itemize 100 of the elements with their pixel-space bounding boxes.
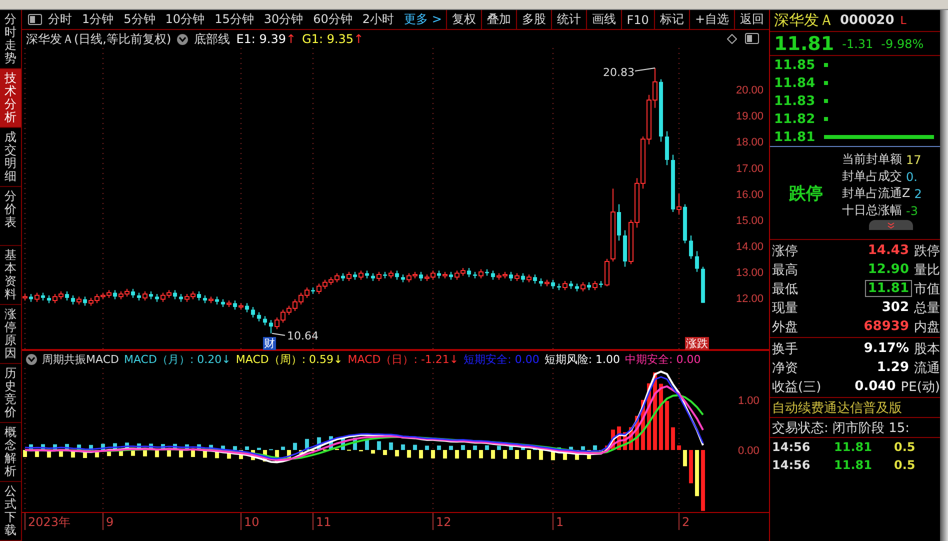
market-label: L bbox=[900, 14, 906, 27]
candlestick bbox=[509, 271, 513, 282]
side-tab[interactable]: 分价表 bbox=[0, 187, 21, 246]
period-tab[interactable]: 分时 bbox=[48, 11, 72, 28]
macd-bar bbox=[179, 450, 183, 458]
indicator-value: G1: 9.35↑ bbox=[302, 32, 364, 46]
stat-label: 净资 bbox=[772, 360, 799, 376]
axis-label: 0.00 bbox=[738, 445, 760, 457]
macd-bar bbox=[95, 450, 99, 458]
indicator-value: 短期安全: 0.00 bbox=[464, 352, 540, 367]
dropdown-icon[interactable] bbox=[177, 34, 188, 44]
panel-toggle-icon[interactable] bbox=[745, 33, 759, 44]
macd-bar bbox=[251, 450, 255, 460]
macd-bar bbox=[419, 450, 423, 458]
candlestick bbox=[467, 267, 471, 278]
macd-bar bbox=[695, 450, 699, 496]
macd-bar bbox=[101, 444, 105, 450]
order-price: 11.82 bbox=[774, 112, 816, 126]
period-tab[interactable]: 10分钟 bbox=[165, 11, 205, 28]
candlestick bbox=[395, 270, 399, 280]
macd-bar bbox=[329, 436, 333, 450]
more-link[interactable]: 更多 > bbox=[404, 11, 442, 28]
macd-bar bbox=[155, 450, 159, 458]
seal-value: 2 bbox=[914, 186, 922, 200]
macd-bar bbox=[701, 450, 705, 511]
period-tab[interactable]: 15分钟 bbox=[214, 11, 254, 28]
period-tab[interactable]: 30分钟 bbox=[264, 11, 304, 28]
candlestick bbox=[269, 320, 273, 334]
period-tab[interactable]: 1分钟 bbox=[82, 11, 114, 28]
candlestick bbox=[551, 279, 555, 290]
candlestick bbox=[263, 316, 267, 326]
candlestick bbox=[131, 288, 135, 298]
macd-bar bbox=[305, 438, 309, 450]
stat-value: 12.90 bbox=[866, 261, 910, 278]
date-label: 11 bbox=[316, 515, 332, 529]
candlestick bbox=[376, 271, 382, 282]
tick-volume: 0.5 bbox=[894, 458, 916, 472]
macd-bar bbox=[35, 450, 39, 458]
price-label: 17.00 bbox=[736, 162, 764, 175]
macd-bar bbox=[671, 427, 675, 450]
macd-bar bbox=[293, 442, 297, 450]
candlestick bbox=[251, 306, 255, 318]
macd-bar bbox=[47, 450, 51, 458]
indicator-value: E1: 9.39↑ bbox=[236, 32, 296, 46]
macd-bar bbox=[443, 450, 447, 458]
side-tab[interactable]: 公式下载 bbox=[0, 482, 21, 541]
macd-bar bbox=[623, 432, 627, 450]
side-tab[interactable]: 成交明细 bbox=[0, 128, 21, 187]
side-tab[interactable]: 分时走势 bbox=[0, 10, 21, 69]
seal-value: 17 bbox=[906, 152, 922, 166]
order-price: 11.85 bbox=[774, 58, 816, 72]
date-label: 2 bbox=[682, 515, 690, 529]
macd-bar bbox=[65, 444, 69, 450]
period-tab[interactable]: 60分钟 bbox=[313, 11, 352, 28]
macd-bar bbox=[377, 441, 381, 450]
macd-bar bbox=[491, 450, 495, 459]
dropdown-icon[interactable] bbox=[26, 354, 37, 365]
period-tab[interactable]: 2小时 bbox=[362, 11, 394, 28]
panel-toggle-icon[interactable] bbox=[28, 14, 42, 25]
seal-label: 封单占流通Z bbox=[842, 185, 910, 202]
price-label: 18.00 bbox=[736, 136, 764, 149]
stat-label: PE(动) bbox=[900, 378, 940, 396]
diamond-icon[interactable] bbox=[727, 34, 737, 44]
date-label: 12 bbox=[436, 515, 452, 529]
tick-price: 11.81 bbox=[834, 440, 873, 454]
price-label: 19.00 bbox=[736, 110, 764, 123]
percent-change: -9.98% bbox=[881, 36, 924, 50]
event-tag[interactable]: 财 bbox=[263, 337, 276, 350]
last-price: 11.81 bbox=[774, 32, 834, 54]
side-tab[interactable]: 概念解析 bbox=[0, 423, 21, 482]
macd-bar bbox=[527, 450, 531, 460]
candlestick bbox=[358, 270, 364, 280]
macd-bar bbox=[635, 416, 639, 450]
side-tab[interactable]: 技术分析 bbox=[0, 69, 21, 128]
macd-bar bbox=[107, 450, 111, 456]
indicator-value: MACD（日）: -1.21↓ bbox=[348, 352, 459, 367]
macd-bar bbox=[287, 450, 291, 458]
candlestick bbox=[142, 290, 148, 302]
order-volume-bar bbox=[824, 63, 828, 67]
order-price: 11.83 bbox=[774, 94, 816, 108]
collapse-button[interactable] bbox=[869, 220, 913, 230]
tick-volume: 0.5 bbox=[894, 440, 916, 454]
side-tab[interactable]: 基本资料 bbox=[0, 246, 21, 305]
macd-bar bbox=[137, 443, 141, 450]
macd-bar bbox=[191, 450, 195, 457]
double-chevron-icon bbox=[887, 222, 895, 228]
candlestick bbox=[665, 130, 669, 166]
candlestick bbox=[676, 193, 682, 216]
date-label: 2023年 bbox=[28, 515, 71, 529]
macd-bar bbox=[629, 427, 633, 450]
candlestick bbox=[478, 268, 484, 279]
price-label: 14.00 bbox=[736, 240, 764, 253]
stat-label: 跌停 bbox=[914, 242, 940, 260]
period-tab[interactable]: 5分钟 bbox=[124, 11, 156, 28]
event-tag[interactable]: 涨跌 bbox=[685, 337, 709, 350]
side-tab[interactable]: 涨停原因 bbox=[0, 305, 21, 364]
order-volume-bar bbox=[824, 81, 828, 85]
candlestick bbox=[491, 270, 495, 280]
candlestick bbox=[245, 302, 249, 313]
stat-label: 股本 bbox=[914, 340, 940, 358]
